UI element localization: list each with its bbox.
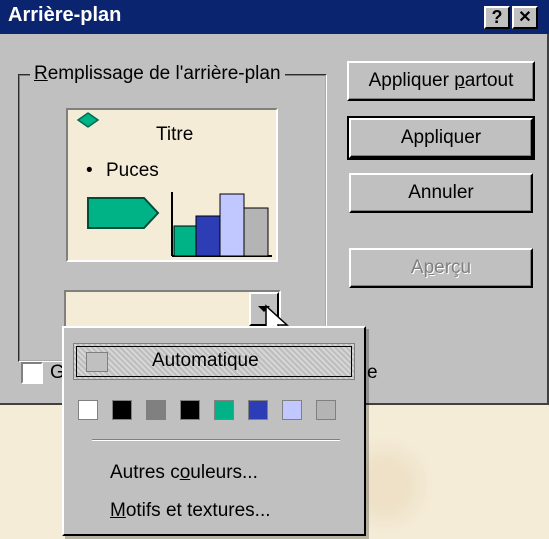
preview-bullet-text: Puces (106, 160, 159, 181)
diamond-icon (76, 112, 100, 128)
swatch-blue[interactable] (248, 400, 268, 420)
color-dropdown-menu: Automatique Autres couleurs... Motifs et… (62, 326, 366, 536)
background-preview: Titre • Puces (66, 108, 278, 262)
help-button[interactable]: ? (484, 6, 510, 29)
menu-separator (92, 439, 340, 441)
more-colors-item[interactable]: Autres couleurs... (110, 462, 258, 484)
swatch-black[interactable] (112, 400, 132, 420)
automatic-label: Automatique (152, 350, 259, 371)
swatch-gray[interactable] (146, 400, 166, 420)
apply-button[interactable]: Appliquer (347, 116, 535, 160)
swatch-teal[interactable] (214, 400, 234, 420)
chart-bar-2 (195, 215, 221, 257)
checkbox-label-fragment-right: e (367, 362, 378, 383)
chart-bar-4 (243, 207, 269, 257)
automatic-color-item[interactable]: Automatique (73, 343, 355, 380)
preview-button[interactable]: Aperçu (349, 248, 533, 288)
chart-bar-1 (173, 225, 197, 257)
fill-group-label: Remplissage de l'arrière-plan (30, 63, 285, 85)
patterns-textures-item[interactable]: Motifs et textures... (110, 500, 271, 522)
swatch-lavender[interactable] (282, 400, 302, 420)
preview-bullet: • (86, 160, 93, 181)
arrow-shape-icon (87, 197, 160, 229)
apply-all-button[interactable]: Appliquer partout (347, 61, 535, 101)
omit-graphics-checkbox[interactable] (21, 362, 43, 384)
swatch-light-gray[interactable] (316, 400, 336, 420)
fill-color-combobox[interactable] (64, 290, 281, 328)
swatch-white[interactable] (78, 400, 98, 420)
automatic-swatch (86, 352, 108, 372)
preview-title-text: Titre (156, 124, 194, 145)
close-button[interactable]: ✕ (512, 6, 538, 29)
chart-bar-3 (219, 193, 245, 257)
title-bar: Arrière-plan ? ✕ (0, 0, 549, 34)
swatch-black-2[interactable] (180, 400, 200, 420)
dialog-title: Arrière-plan (8, 4, 122, 26)
cancel-button[interactable]: Annuler (349, 173, 533, 213)
